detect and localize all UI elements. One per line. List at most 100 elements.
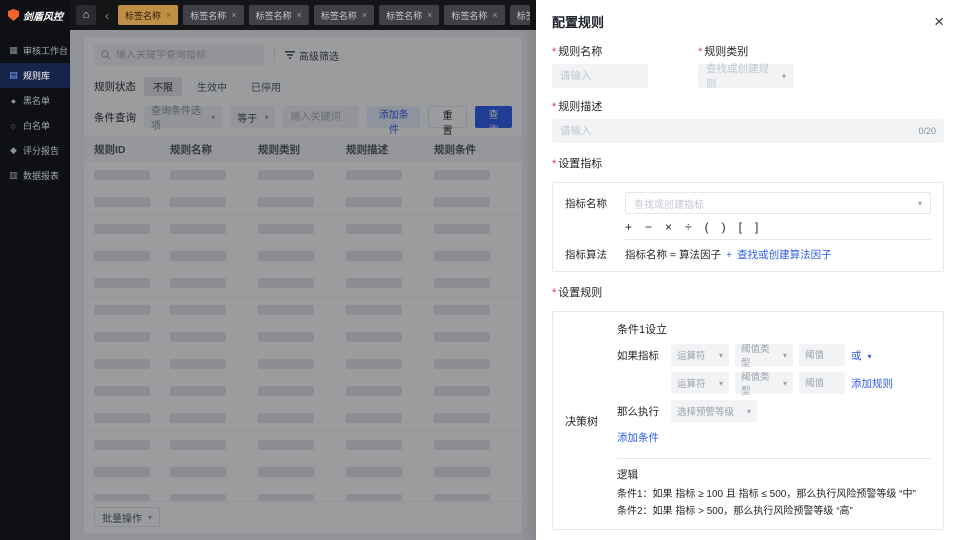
- warning-level-select[interactable]: 选择预警等级: [671, 400, 757, 422]
- workbench-icon: ▦: [9, 45, 18, 55]
- create-algo-factor-link[interactable]: 查找或创建算法因子: [737, 247, 832, 262]
- tab-label: 标签名称: [255, 10, 292, 21]
- tab[interactable]: 标签名称 ×: [248, 5, 309, 25]
- logic-lines: 条件1：如果 指标 ≥ 100 且 指标 ≤ 500，那么执行风险预警等级 “中…: [617, 486, 931, 520]
- rule-library-page: 高级筛选 规则状态 不限生效中已停用 条件查询 查询条件选项 等于 添加条件 重…: [70, 30, 536, 540]
- drawer-header: 配置规则 ×: [552, 12, 944, 31]
- sidebar-item[interactable]: ▤ 规则库: [0, 63, 70, 88]
- tab[interactable]: 标签名称 ×: [444, 5, 505, 25]
- shield-logo-icon: [8, 9, 19, 21]
- logic-line: 条件2：如果 指标 > 500，那么执行风险预警等级 “高”: [617, 506, 853, 517]
- home-icon: ⌂: [82, 9, 90, 21]
- sidebar-menu: ▦ 审核工作台 ▤ 规则库 ● 黑名单 ○ 白名单 ◆ 评分报告 ▥ 数据报表: [0, 38, 70, 188]
- sidebar-item-label: 审核工作台: [23, 46, 69, 56]
- drawer-mask[interactable]: [70, 30, 536, 540]
- expression-plus: +: [725, 248, 733, 261]
- close-icon[interactable]: ×: [934, 13, 944, 30]
- config-rule-drawer: 配置规则 × 规则名称 规则类别 查找或创建规则 规则描述 0/20 设置指标 …: [536, 0, 960, 540]
- tab-bar: ⌂ ‹ 标签名称 × 标签名称 × 标签名称 × 标签名称 × 标签名称 × 标…: [70, 0, 536, 30]
- operator-button[interactable]: (: [705, 221, 709, 233]
- threshold-input[interactable]: [799, 344, 845, 366]
- sidebar-item-label: 白名单: [23, 121, 51, 131]
- operator-button[interactable]: ): [722, 221, 726, 233]
- sidebar-item[interactable]: ○ 白名单: [0, 113, 70, 138]
- tab-close-icon[interactable]: ×: [231, 10, 236, 20]
- tab-close-icon[interactable]: ×: [166, 10, 171, 20]
- tab-label: 标签名称: [320, 10, 357, 21]
- tab-label: 标签名称: [516, 10, 530, 21]
- rule-desc-input[interactable]: [552, 119, 944, 143]
- tab-list: 标签名称 × 标签名称 × 标签名称 × 标签名称 × 标签名称 × 标签名称 …: [118, 5, 530, 25]
- algorithm-expression: 指标名称 = 算法因子 + 查找或创建算法因子: [625, 247, 931, 262]
- indicator-name-label: 指标名称: [565, 197, 607, 210]
- tab-close-icon[interactable]: ×: [362, 10, 367, 20]
- indicator-name-select[interactable]: 查找或创建指标: [625, 192, 931, 214]
- rule-type-label: 规则类别: [698, 43, 794, 59]
- tab-close-icon[interactable]: ×: [427, 10, 432, 20]
- expression-text: 指标名称 = 算法因子: [625, 249, 721, 261]
- logic-label: 逻辑: [617, 469, 638, 481]
- name-type-row: 规则名称 规则类别 查找或创建规则: [552, 43, 944, 90]
- tab-label: 标签名称: [125, 10, 162, 21]
- threshold-type-select[interactable]: 阈值类型: [735, 344, 793, 369]
- drawer-title: 配置规则: [552, 15, 605, 30]
- sidebar: 剑盾风控 ▦ 审核工作台 ▤ 规则库 ● 黑名单 ○ 白名单 ◆ 评分报告 ▥ …: [0, 0, 70, 540]
- sidebar-item-label: 数据报表: [23, 171, 60, 181]
- indicator-box: 指标名称 查找或创建指标 + − × ÷ () [] 指标算法 指标名称 = 算法因子 +…: [552, 182, 944, 272]
- tab-close-icon[interactable]: ×: [492, 10, 497, 20]
- data-report-icon: ▥: [9, 170, 18, 180]
- operator-button[interactable]: −: [645, 221, 652, 233]
- sidebar-item[interactable]: ▦ 审核工作台: [0, 38, 70, 63]
- operator-button[interactable]: [: [739, 221, 742, 233]
- then-execute-label: 那么执行: [617, 405, 659, 418]
- condition-title: 条件1设立: [617, 324, 668, 336]
- threshold-type-select[interactable]: 阈值类型: [735, 372, 793, 397]
- operator-select[interactable]: 运算符: [671, 344, 729, 366]
- sidebar-item[interactable]: ● 黑名单: [0, 88, 70, 113]
- indicator-section-label: 设置指标: [552, 155, 944, 171]
- sidebar-item[interactable]: ◆ 评分报告: [0, 138, 70, 163]
- operator-button[interactable]: +: [625, 221, 632, 233]
- sidebar-item[interactable]: ▥ 数据报表: [0, 163, 70, 188]
- rule-type-select[interactable]: 查找或创建规则: [698, 63, 794, 90]
- operator-button[interactable]: ]: [755, 221, 758, 233]
- rule-library-icon: ▤: [9, 70, 18, 80]
- add-condition-link[interactable]: 添加条件: [617, 430, 659, 445]
- logic-line: 条件1：如果 指标 ≥ 100 且 指标 ≤ 500，那么执行风险预警等级 “中…: [617, 489, 916, 500]
- rule-desc-label: 规则描述: [552, 98, 944, 114]
- operator-toolbar: + − × ÷ () []: [625, 221, 931, 240]
- tab[interactable]: 标签名称 ×: [379, 5, 440, 25]
- tab[interactable]: 标签名称 ×: [313, 5, 375, 25]
- back-chevron-icon[interactable]: ‹: [102, 9, 112, 22]
- rule-desc-field: 规则描述 0/20: [552, 98, 944, 143]
- tab-label: 标签名称: [190, 10, 227, 21]
- threshold-input[interactable]: [799, 372, 845, 394]
- app-logo: 剑盾风控: [0, 0, 70, 30]
- then-row: 那么执行 选择预警等级: [617, 400, 931, 422]
- decision-tree-label: 决策树: [565, 415, 598, 428]
- if-indicator-label: 如果指标: [617, 349, 659, 362]
- main-region: ⌂ ‹ 标签名称 × 标签名称 × 标签名称 × 标签名称 × 标签名称 × 标…: [70, 0, 536, 540]
- operator-button[interactable]: ÷: [685, 221, 692, 233]
- tab[interactable]: 标签名称 ×: [183, 5, 244, 25]
- rules-section-label: 设置规则: [552, 284, 944, 300]
- indicator-algo-label: 指标算法: [565, 249, 607, 261]
- app-shell: 剑盾风控 ▦ 审核工作台 ▤ 规则库 ● 黑名单 ○ 白名单 ◆ 评分报告 ▥ …: [0, 0, 960, 540]
- blacklist-icon: ●: [10, 95, 17, 106]
- or-dropdown[interactable]: 或: [851, 348, 872, 363]
- rule-name-input[interactable]: [552, 64, 648, 88]
- sidebar-item-label: 规则库: [23, 71, 51, 81]
- operator-select[interactable]: 运算符: [671, 372, 729, 394]
- score-report-icon: ◆: [10, 145, 17, 155]
- home-button[interactable]: ⌂: [76, 5, 96, 25]
- logic-divider: [617, 458, 931, 459]
- operator-button[interactable]: ×: [665, 221, 672, 233]
- add-rule-link[interactable]: 添加规则: [851, 376, 893, 391]
- tab[interactable]: 标签名称 ×: [509, 5, 530, 25]
- tab[interactable]: 标签名称 ×: [118, 5, 179, 25]
- tab-close-icon[interactable]: ×: [297, 10, 302, 20]
- sidebar-item-label: 黑名单: [23, 96, 51, 106]
- decision-tree-box: 决策树 条件1设立 如果指标 运算符 阈值类型 或 运算符 阈值类型 添加规则: [552, 311, 944, 530]
- app-title: 剑盾风控: [23, 11, 63, 23]
- condition-row-2: 运算符 阈值类型 添加规则: [671, 372, 931, 397]
